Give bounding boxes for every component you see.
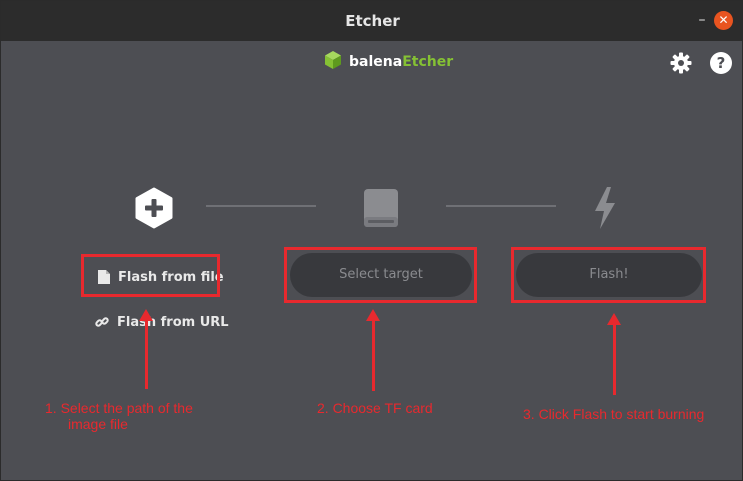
- logo-text-etcher: Etcher: [402, 54, 454, 70]
- annotation-arrow-1: [145, 319, 148, 389]
- plus-hex-icon[interactable]: [129, 183, 179, 233]
- flash-from-url-button[interactable]: Flash from URL: [95, 312, 229, 332]
- gear-icon[interactable]: [669, 51, 693, 75]
- annotation-arrow-3: [613, 323, 616, 395]
- highlight-box-1: [81, 254, 220, 297]
- highlight-box-3: [511, 247, 706, 303]
- annotation-note-2: 2. Choose TF card: [317, 400, 433, 416]
- logo-text-balena: balena: [349, 54, 403, 70]
- flash-from-url-label: Flash from URL: [117, 314, 229, 330]
- link-icon: [95, 315, 109, 329]
- highlight-box-2: [284, 247, 477, 303]
- drive-icon: [356, 183, 406, 233]
- svg-text:?: ?: [717, 54, 726, 72]
- help-icon[interactable]: ?: [709, 51, 733, 75]
- close-button[interactable]: ✕: [714, 11, 733, 30]
- window-title: Etcher: [345, 12, 400, 30]
- annotation-note-1-line1: 1. Select the path of the: [45, 400, 193, 416]
- annotation-note-1-line2: image file: [68, 416, 128, 432]
- annotation-note-1: 1. Select the path of the image file: [45, 400, 193, 432]
- lightning-icon: [581, 183, 631, 233]
- step-connector-1: [206, 205, 316, 207]
- minimize-button[interactable]: –: [694, 12, 710, 28]
- balena-cube-icon: [323, 50, 343, 74]
- balena-etcher-logo: balenaEtcher: [323, 51, 453, 73]
- annotation-arrow-2: [372, 319, 375, 391]
- step-connector-2: [446, 205, 556, 207]
- title-bar[interactable]: Etcher – ✕: [1, 1, 742, 41]
- etcher-window: Etcher – ✕ balenaEtcher ? Flash from fil…: [0, 0, 743, 481]
- annotation-note-3: 3. Click Flash to start burning: [523, 406, 705, 422]
